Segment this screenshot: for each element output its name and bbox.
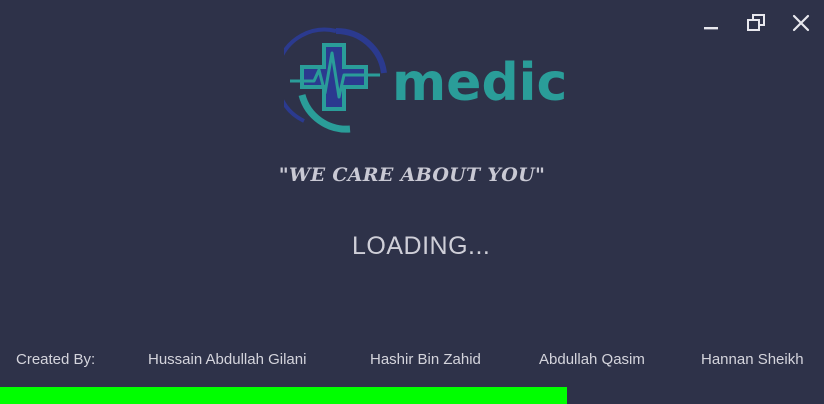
minimize-icon: [704, 27, 718, 30]
author-name: Abdullah Qasim: [539, 351, 645, 368]
author-name: Hannan Sheikh: [701, 351, 804, 368]
brand-name: medic: [392, 53, 568, 113]
close-button[interactable]: [790, 12, 814, 36]
author-name: Hussain Abdullah Gilani: [148, 351, 307, 368]
window-controls: [679, 12, 814, 36]
author-name: Hashir Bin Zahid: [370, 351, 481, 368]
medical-cross-heartbeat-icon: [284, 27, 387, 133]
progress-fill: [0, 387, 567, 404]
credits-label: Created By:: [16, 351, 96, 368]
restore-icon: [747, 14, 765, 31]
loading-status: LOADING...: [352, 232, 491, 260]
medic-logo: medic: [284, 25, 569, 135]
close-icon: [792, 14, 810, 32]
restore-button[interactable]: [745, 12, 769, 36]
splash-window: medic "WE CARE ABOUT YOU" LOADING... Cre…: [0, 0, 824, 404]
minimize-button[interactable]: [700, 12, 724, 36]
tagline: "WE CARE ABOUT YOU": [278, 164, 546, 186]
loading-progress-bar: [0, 387, 824, 404]
credits-bar: Created By: Hussain Abdullah Gilani Hash…: [0, 351, 824, 371]
